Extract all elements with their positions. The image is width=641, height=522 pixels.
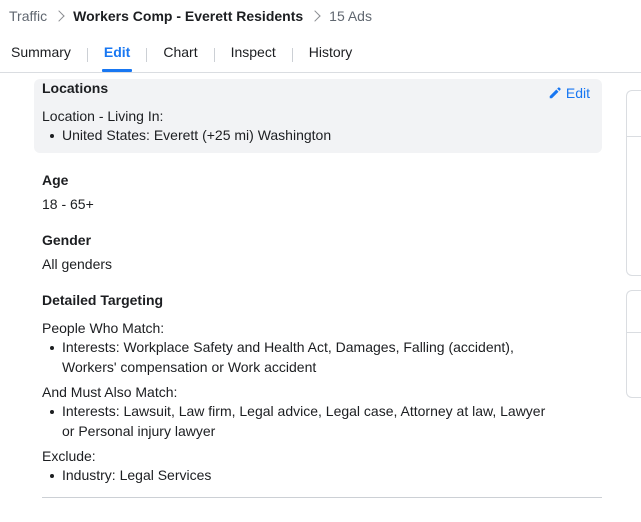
locations-card: Locations Edit Location - Living In: Uni… (34, 79, 602, 153)
age-title: Age (42, 172, 69, 188)
gender-value: All genders (42, 256, 113, 272)
chevron-right-icon (53, 10, 65, 22)
gender-title: Gender (42, 232, 92, 248)
also-match-interests-item: Interests: Lawsuit, Law firm, Legal advi… (42, 401, 545, 421)
detailed-targeting-title: Detailed Targeting (42, 292, 164, 308)
tab-divider (146, 48, 148, 62)
breadcrumb-root-link[interactable]: Traffic (9, 8, 47, 24)
exclude-item: Industry: Legal Services (42, 465, 211, 485)
location-item: United States: Everett (+25 mi) Washingt… (42, 125, 331, 145)
exclude-label: Exclude: (42, 448, 96, 464)
tab-history[interactable]: History (309, 36, 353, 72)
match-interests-item: Interests: Workplace Safety and Health A… (42, 337, 514, 357)
match-interests-continued: Workers' compensation or Work accident (62, 359, 317, 375)
people-who-match-label: People Who Match: (42, 320, 165, 336)
tab-chart[interactable]: Chart (163, 36, 197, 72)
ad-set-page: Traffic Workers Comp - Everett Residents… (0, 0, 641, 522)
location-living-in-label: Location - Living In: (42, 108, 164, 124)
tab-divider (291, 48, 293, 62)
side-panel-divider (627, 136, 641, 137)
age-value: 18 - 65+ (42, 196, 94, 212)
tab-inspect[interactable]: Inspect (231, 36, 276, 72)
tab-summary[interactable]: Summary (11, 36, 71, 72)
tab-edit[interactable]: Edit (101, 36, 133, 72)
edit-locations-button[interactable]: Edit (548, 85, 590, 101)
chevron-right-icon (309, 10, 321, 22)
edit-label: Edit (565, 85, 590, 101)
pencil-icon (549, 87, 561, 99)
breadcrumb-ads-count[interactable]: 15 Ads (329, 8, 372, 24)
breadcrumb-current: Workers Comp - Everett Residents (73, 8, 304, 24)
and-must-also-match-label: And Must Also Match: (42, 384, 178, 400)
also-match-interests-continued: or Personal injury lawyer (62, 423, 216, 439)
section-divider (42, 497, 602, 498)
side-panel (626, 90, 641, 276)
side-panel (626, 290, 641, 398)
tab-bar: Summary Edit Chart Inspect History (0, 36, 641, 73)
locations-title: Locations (42, 80, 109, 96)
side-panel-divider (627, 332, 641, 333)
breadcrumb: Traffic Workers Comp - Everett Residents… (9, 6, 372, 26)
tab-divider (213, 48, 215, 62)
tab-divider (86, 48, 88, 62)
